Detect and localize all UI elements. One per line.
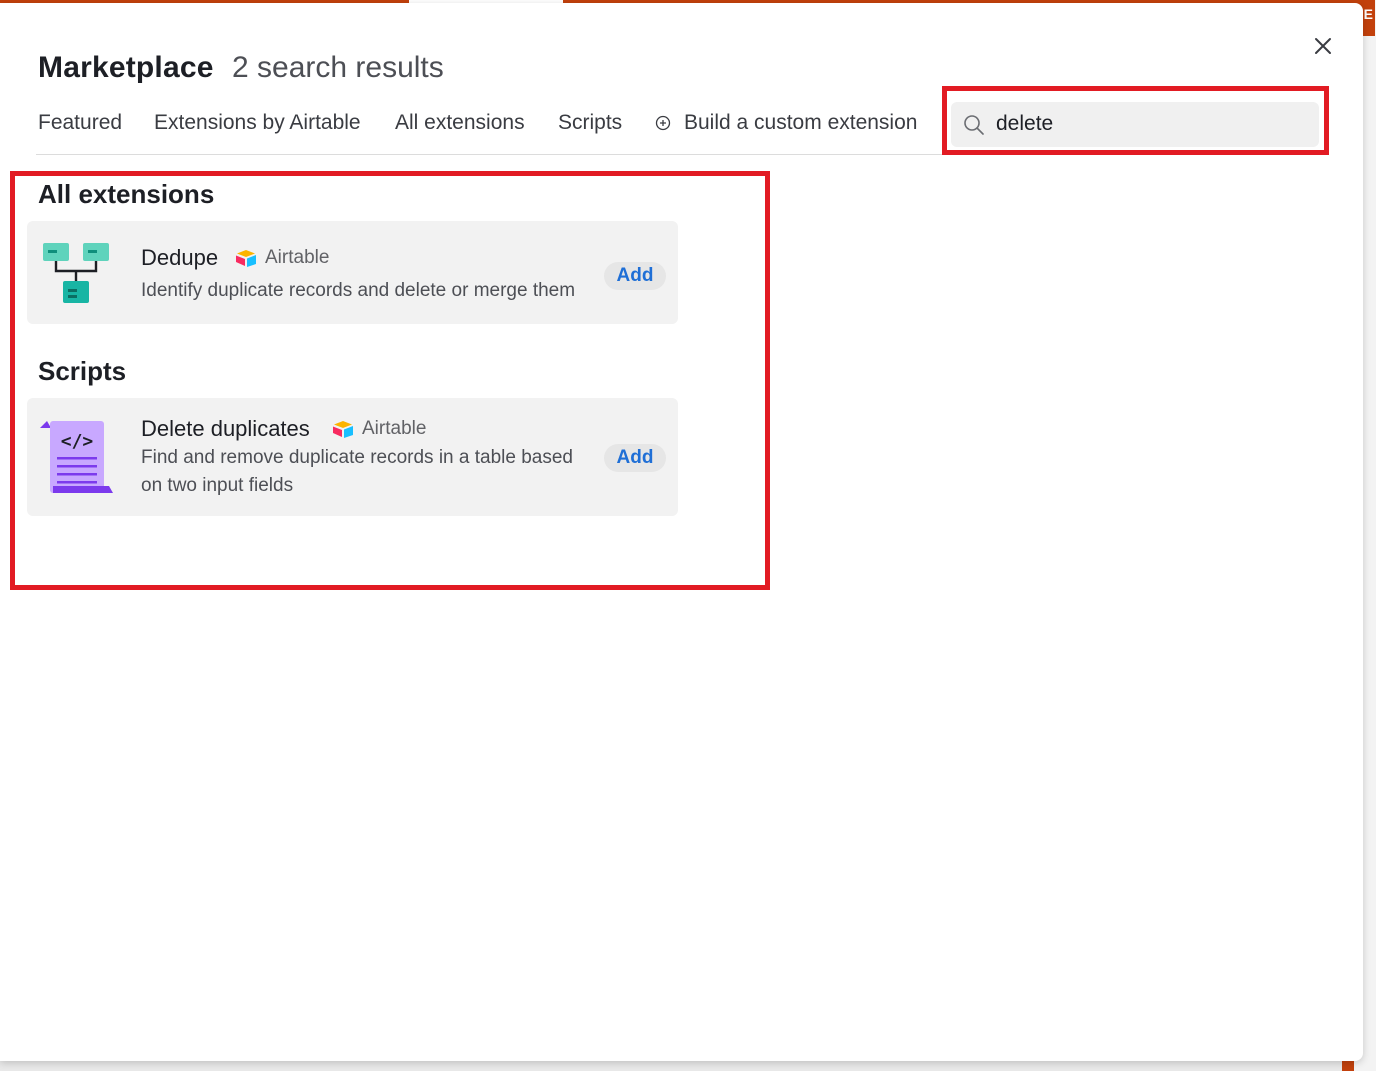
marketplace-modal: Marketplace 2 search results Featured Ex…: [0, 3, 1363, 1061]
background-corner-label: E: [1363, 6, 1373, 22]
airtable-logo-icon: [333, 421, 353, 438]
section-title-all-extensions: All extensions: [38, 179, 215, 209]
extension-description: Identify duplicate records and delete or…: [141, 280, 576, 301]
publisher: Airtable: [235, 247, 329, 269]
airtable-logo-icon: [236, 250, 256, 267]
search-input[interactable]: [996, 108, 1306, 140]
plus-circle-icon: [655, 115, 671, 131]
search-box[interactable]: [951, 102, 1319, 147]
tab-divider: [36, 154, 950, 155]
page-title: Marketplace: [38, 51, 214, 84]
script-description: Find and remove duplicate records in a t…: [141, 447, 573, 496]
results-count: 2 search results: [232, 51, 444, 84]
tab-all-extensions[interactable]: All extensions: [395, 111, 525, 135]
tab-extensions-by-airtable[interactable]: Extensions by Airtable: [154, 111, 361, 135]
publisher-label: Airtable: [362, 418, 427, 439]
add-button[interactable]: Add: [604, 444, 666, 472]
dedupe-icon: [43, 243, 109, 303]
close-button[interactable]: [1310, 33, 1336, 59]
add-button[interactable]: Add: [604, 262, 666, 290]
publisher: Airtable: [332, 418, 426, 440]
publisher-label: Airtable: [265, 247, 330, 268]
list-item-delete-duplicates[interactable]: </> Delete duplicates Airtable Find and …: [27, 398, 678, 516]
tab-build-custom-extension[interactable]: Build a custom extension: [684, 111, 917, 135]
list-item-dedupe[interactable]: Dedupe Airtable Identify duplicate recor…: [27, 221, 678, 324]
svg-text:</>: </>: [61, 431, 94, 452]
tab-featured[interactable]: Featured: [38, 111, 122, 135]
search-icon: [964, 115, 984, 135]
script-name: Delete duplicates: [141, 416, 310, 441]
section-title-scripts: Scripts: [38, 356, 127, 386]
close-icon: [1315, 38, 1331, 54]
script-scroll-icon: </>: [40, 421, 113, 493]
extension-name: Dedupe: [141, 245, 219, 270]
tab-scripts[interactable]: Scripts: [558, 111, 622, 135]
